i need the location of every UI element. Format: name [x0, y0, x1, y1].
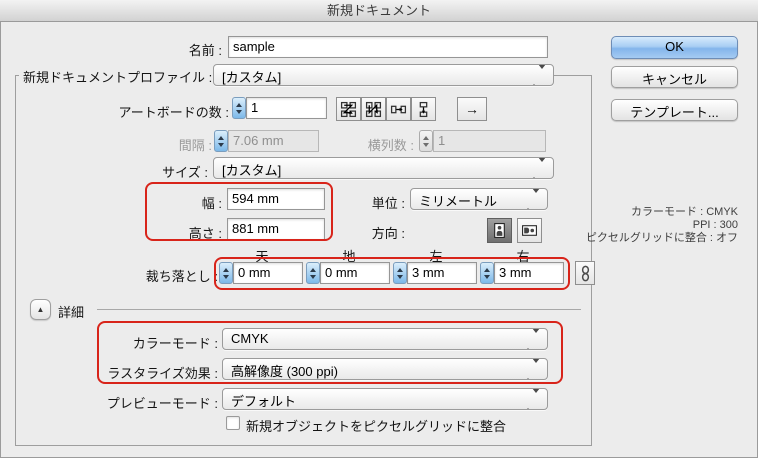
info-ppi: PPI : 300 [586, 219, 738, 232]
dropdown-arrows-icon [524, 363, 540, 378]
landscape-icon [521, 222, 538, 239]
bleed-left-input[interactable]: 3 mm [407, 262, 477, 284]
columns-stepper [419, 130, 433, 152]
preview-mode-value: デフォルト [231, 394, 296, 409]
preview-mode-label: プレビューモード : [78, 393, 218, 412]
height-input[interactable]: 881 mm [227, 218, 325, 240]
document-info-summary: カラーモード : CMYK PPI : 300 ピクセルグリッドに整合 : オフ [586, 206, 738, 245]
bleed-bottom-stepper[interactable] [306, 262, 320, 284]
unit-dropdown[interactable]: ミリメートル [410, 188, 548, 210]
bleed-link-button[interactable] [575, 261, 595, 285]
layout-direction-button[interactable]: → [457, 97, 487, 121]
details-separator [97, 309, 581, 310]
height-label: 高さ : [122, 223, 222, 242]
new-document-dialog: 新規ドキュメント 名前 : sample 新規ドキュメントプロファイル : [カ… [0, 0, 758, 458]
color-mode-value: CMYK [231, 331, 269, 346]
bleed-top-stepper[interactable] [219, 262, 233, 284]
bleed-label: 裁ち落とし : [98, 266, 218, 285]
details-disclosure-button[interactable]: ▲ [30, 299, 51, 320]
cancel-button[interactable]: キャンセル [611, 66, 738, 88]
preview-mode-dropdown[interactable]: デフォルト [222, 388, 548, 410]
artboard-count-stepper[interactable] [232, 97, 246, 119]
disclosure-triangle-icon: ▲ [37, 305, 45, 314]
bleed-right-input[interactable]: 3 mm [494, 262, 564, 284]
unit-label: 単位 : [345, 193, 405, 212]
dialog-title: 新規ドキュメント [0, 0, 758, 21]
raster-effects-dropdown[interactable]: 高解像度 (300 ppi) [222, 358, 548, 380]
chain-link-icon [578, 265, 593, 282]
raster-effects-value: 高解像度 (300 ppi) [231, 364, 338, 379]
spacing-input: 7.06 mm [228, 130, 319, 152]
profile-value: [カスタム] [222, 70, 281, 85]
profile-label: 新規ドキュメントプロファイル : [19, 67, 216, 86]
columns-input: 1 [433, 130, 546, 152]
align-pixel-grid-label: 新規オブジェクトをピクセルグリッドに整合 [246, 416, 546, 435]
raster-effects-label: ラスタライズ効果 : [58, 363, 218, 382]
grid-by-column-button[interactable] [361, 97, 386, 121]
color-mode-label: カラーモード : [78, 333, 218, 352]
dropdown-arrows-icon [524, 193, 540, 208]
size-label: サイズ : [108, 162, 208, 181]
info-pixel-grid: ピクセルグリッドに整合 : オフ [586, 232, 738, 245]
bleed-left-stepper[interactable] [393, 262, 407, 284]
arrange-by-row-button[interactable] [386, 97, 411, 121]
bleed-top-input[interactable]: 0 mm [233, 262, 303, 284]
width-label: 幅 : [122, 193, 222, 212]
name-input[interactable]: sample [228, 36, 548, 58]
artboard-count-input[interactable]: 1 [246, 97, 327, 119]
bleed-right-stepper[interactable] [480, 262, 494, 284]
unit-value: ミリメートル [419, 194, 497, 209]
details-label: 詳細 [58, 302, 98, 321]
arrange-by-column-icon [415, 101, 432, 118]
align-pixel-grid-checkbox[interactable] [226, 416, 240, 430]
color-mode-dropdown[interactable]: CMYK [222, 328, 548, 350]
size-dropdown[interactable]: [カスタム] [213, 157, 554, 179]
grid-by-column-icon [365, 101, 382, 118]
orientation-portrait-button[interactable] [487, 218, 512, 243]
grid-by-row-icon [340, 101, 357, 118]
portrait-icon [491, 222, 508, 239]
artboard-count-label: アートボードの数 : [60, 102, 229, 121]
orientation-label: 方向 : [345, 223, 405, 242]
template-button[interactable]: テンプレート... [611, 99, 738, 121]
arrange-by-column-button[interactable] [411, 97, 436, 121]
size-value: [カスタム] [222, 163, 281, 178]
arrow-right-icon: → [465, 101, 479, 117]
ok-button[interactable]: OK [611, 36, 738, 59]
width-input[interactable]: 594 mm [227, 188, 325, 210]
bleed-bottom-input[interactable]: 0 mm [320, 262, 390, 284]
spacing-label: 間隔 : [112, 135, 212, 154]
profile-dropdown[interactable]: [カスタム] [213, 64, 554, 86]
dropdown-arrows-icon [530, 162, 546, 177]
arrange-by-row-icon [390, 101, 407, 118]
orientation-landscape-button[interactable] [517, 218, 542, 243]
columns-label: 横列数 : [334, 135, 414, 154]
title-bar: 新規ドキュメント [0, 0, 758, 22]
name-label: 名前 : [60, 40, 222, 59]
grid-by-row-button[interactable] [336, 97, 361, 121]
dropdown-arrows-icon [524, 393, 540, 408]
dropdown-arrows-icon [524, 333, 540, 348]
spacing-stepper[interactable] [214, 130, 228, 152]
dropdown-arrows-icon [530, 69, 546, 84]
info-color-mode: カラーモード : CMYK [586, 206, 738, 219]
